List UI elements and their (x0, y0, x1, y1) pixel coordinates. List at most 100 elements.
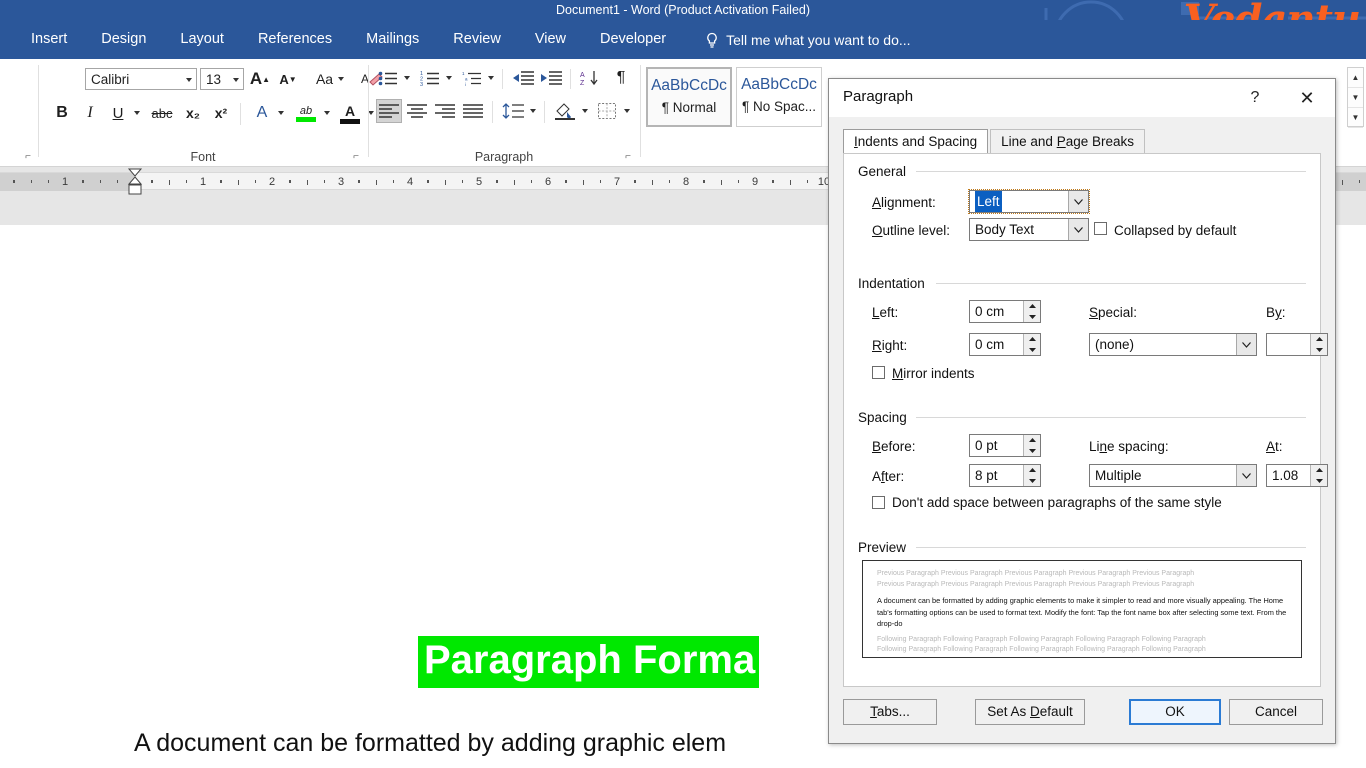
tell-me-search[interactable]: Tell me what you want to do... (705, 32, 910, 48)
numbering-icon[interactable]: 123 (418, 67, 442, 89)
shading-icon[interactable] (552, 99, 578, 123)
ribbon-tab-insert[interactable]: Insert (14, 20, 84, 59)
ribbon-tab-view[interactable]: View (518, 20, 583, 59)
stepper-up-icon[interactable] (1311, 465, 1327, 476)
stepper-down-icon[interactable] (1311, 476, 1327, 487)
italic-icon[interactable]: I (78, 101, 102, 125)
change-case-icon[interactable]: Aa (310, 68, 350, 90)
borders-icon[interactable] (594, 99, 620, 123)
justify-icon[interactable] (460, 99, 486, 123)
document-heading[interactable]: Paragraph Forma (418, 636, 759, 688)
styles-more-icon[interactable]: ▼ (1348, 108, 1363, 128)
document-body-text[interactable]: A document can be formatted by adding gr… (134, 722, 894, 768)
collapsed-by-default-checkbox[interactable] (1094, 222, 1107, 235)
ribbon-tab-developer[interactable]: Developer (583, 20, 683, 59)
stepper-down-icon[interactable] (1024, 446, 1040, 457)
tab-indents-and-spacing[interactable]: IIndents and Spacingndents and Spacing (843, 129, 988, 154)
ribbon-tab-layout[interactable]: Layout (163, 20, 241, 59)
multilevel-chevron-down-icon[interactable] (484, 67, 497, 89)
font-color-icon[interactable]: A (336, 99, 364, 127)
highlight-color-icon[interactable]: ab (292, 99, 320, 127)
grow-font-icon[interactable]: A▲ (248, 68, 272, 90)
alignment-select[interactable]: Left (969, 190, 1089, 213)
line-spacing-icon[interactable] (500, 99, 526, 123)
font-dialog-launcher-icon[interactable]: ⌐ (350, 151, 362, 163)
styles-scroll-up-icon[interactable]: ▲ (1348, 68, 1363, 88)
special-chevron-down-icon[interactable] (1236, 334, 1256, 355)
by-stepper[interactable] (1310, 334, 1327, 355)
paragraph-dialog-launcher-icon[interactable]: ⌐ (622, 151, 634, 163)
stepper-up-icon[interactable] (1024, 435, 1040, 446)
styles-scroll-down-icon[interactable]: ▼ (1348, 88, 1363, 108)
style-item-no-spacing[interactable]: AaBbCcDc ¶ No Spac... (736, 67, 822, 127)
ribbon-tab-mailings[interactable]: Mailings (349, 20, 436, 59)
indent-right-input[interactable]: 0 cm (969, 333, 1041, 356)
multilevel-list-icon[interactable]: 1ai (460, 67, 484, 89)
clipboard-dialog-launcher-icon[interactable]: ⌐ (22, 151, 34, 163)
outline-chevron-down-icon[interactable] (1068, 219, 1088, 240)
ribbon-tab-design[interactable]: Design (84, 20, 163, 59)
outline-level-select[interactable]: Body Text (969, 218, 1089, 241)
sort-icon[interactable]: AZ (578, 67, 604, 89)
styles-gallery-scroll[interactable]: ▲ ▼ ▼ (1347, 67, 1364, 127)
spacing-after-stepper[interactable] (1023, 465, 1040, 486)
help-icon[interactable]: ? (1241, 85, 1269, 111)
borders-chevron-down-icon[interactable] (620, 99, 633, 123)
ok-button[interactable]: OK (1129, 699, 1221, 725)
stepper-down-icon[interactable] (1024, 476, 1040, 487)
at-input[interactable]: 1.08 (1266, 464, 1328, 487)
by-input[interactable] (1266, 333, 1328, 356)
stepper-down-icon[interactable] (1024, 345, 1040, 356)
subscript-icon[interactable]: x₂ (180, 101, 206, 125)
spacing-before-stepper[interactable] (1023, 435, 1040, 456)
increase-indent-icon[interactable] (538, 67, 564, 89)
tab-line-and-page-breaks[interactable]: Line and Page Breaks (990, 129, 1145, 154)
decrease-indent-icon[interactable] (510, 67, 536, 89)
align-center-icon[interactable] (404, 99, 430, 123)
cancel-button[interactable]: Cancel (1229, 699, 1323, 725)
shrink-font-icon[interactable]: A▼ (276, 68, 300, 90)
ribbon-tab-review[interactable]: Review (436, 20, 518, 59)
tabs-button[interactable]: Tabs... (843, 699, 937, 725)
set-as-default-button[interactable]: Set As Default (975, 699, 1085, 725)
underline-icon[interactable]: U (106, 101, 130, 125)
stepper-up-icon[interactable] (1024, 301, 1040, 312)
highlight-chevron-down-icon[interactable] (320, 101, 334, 125)
alignment-chevron-down-icon[interactable] (1068, 191, 1088, 212)
mirror-indents-checkbox[interactable] (872, 366, 885, 379)
stepper-down-icon[interactable] (1024, 312, 1040, 323)
line-spacing-chevron-down-icon[interactable] (526, 99, 539, 123)
line-spacing-chevron-down-icon[interactable] (1236, 465, 1256, 486)
numbering-chevron-down-icon[interactable] (442, 67, 455, 89)
strikethrough-icon[interactable]: abc (148, 101, 176, 125)
stepper-up-icon[interactable] (1024, 334, 1040, 345)
font-size-chevron-down-icon[interactable] (233, 78, 239, 82)
indent-markers[interactable] (127, 167, 142, 197)
spacing-before-input[interactable]: 0 pt (969, 434, 1041, 457)
font-name-input[interactable]: Calibri (85, 68, 197, 90)
ribbon-tab-references[interactable]: References (241, 20, 349, 59)
indent-right-stepper[interactable] (1023, 334, 1040, 355)
show-formatting-marks-icon[interactable]: ¶ (610, 67, 632, 89)
align-left-icon[interactable] (376, 99, 402, 123)
bold-icon[interactable]: B (50, 101, 74, 125)
superscript-icon[interactable]: x² (208, 101, 234, 125)
stepper-up-icon[interactable] (1024, 465, 1040, 476)
text-effects-chevron-down-icon[interactable] (274, 101, 288, 125)
indent-left-stepper[interactable] (1023, 301, 1040, 322)
special-select[interactable]: (none) (1089, 333, 1257, 356)
spacing-after-input[interactable]: 8 pt (969, 464, 1041, 487)
style-item-normal[interactable]: AaBbCcDc ¶ Normal (646, 67, 732, 127)
bullets-chevron-down-icon[interactable] (400, 67, 413, 89)
stepper-down-icon[interactable] (1311, 345, 1327, 356)
close-icon[interactable]: ✕ (1291, 85, 1323, 111)
line-spacing-select[interactable]: Multiple (1089, 464, 1257, 487)
align-right-icon[interactable] (432, 99, 458, 123)
shading-chevron-down-icon[interactable] (578, 99, 591, 123)
font-name-chevron-down-icon[interactable] (186, 78, 192, 82)
font-size-input[interactable]: 13 (200, 68, 244, 90)
indent-left-input[interactable]: 0 cm (969, 300, 1041, 323)
at-stepper[interactable] (1310, 465, 1327, 486)
bullets-icon[interactable] (376, 67, 400, 89)
underline-chevron-down-icon[interactable] (130, 101, 144, 125)
